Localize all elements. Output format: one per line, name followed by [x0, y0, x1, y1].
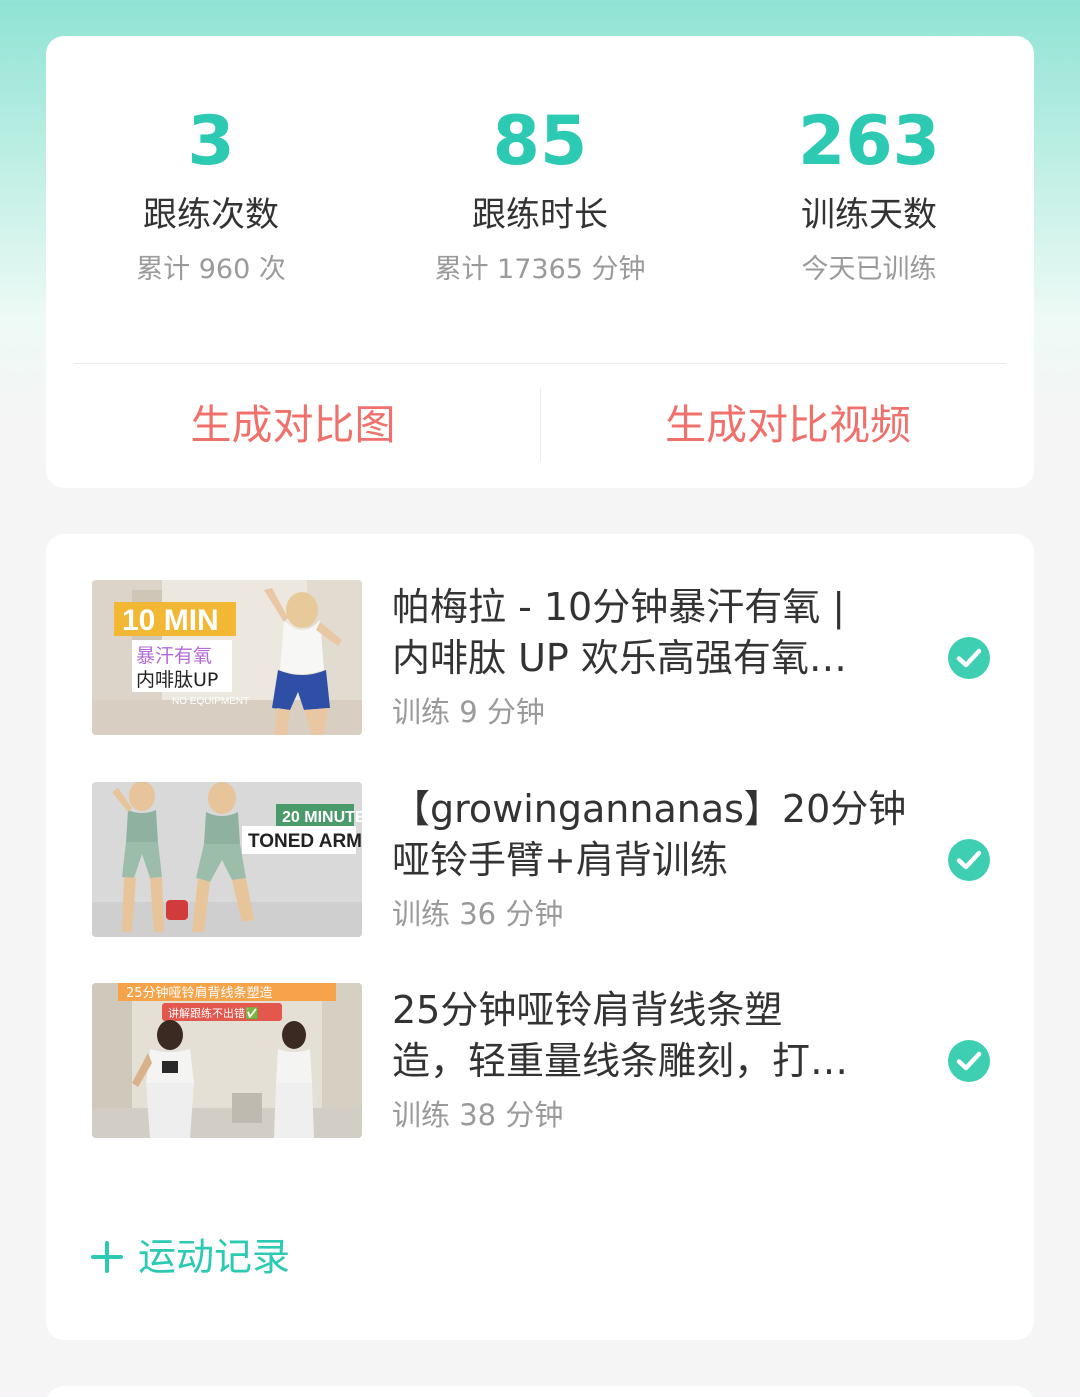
- video-title-line: 25分钟哑铃肩背线条塑: [392, 988, 783, 1032]
- video-title-line: 哑铃手臂+肩背训练: [392, 838, 728, 882]
- add-record-button[interactable]: 运动记录: [90, 1232, 290, 1282]
- stats-card: 3 跟练次数 累计 960 次 85 跟练时长 累计 17365 分钟 263 …: [46, 36, 1034, 488]
- workout-list: 10 MIN 暴汗有氧 内啡肽UP NO EQUIPMENT 帕梅拉 - 10分…: [46, 534, 1034, 1192]
- stat-sub: 今天已训练: [801, 254, 937, 285]
- thumb-badge: 10 MIN: [122, 604, 219, 637]
- stat-sessions[interactable]: 3 跟练次数 累计 960 次: [46, 36, 376, 290]
- stat-sub: 累计 17365 分钟: [434, 254, 646, 285]
- stat-label: 训练天数: [801, 195, 937, 235]
- video-thumbnail[interactable]: 25分钟哑铃肩背线条塑造 讲解跟练不出错✅: [92, 983, 362, 1138]
- video-title-line: 【growingannanas】20分钟: [392, 787, 907, 831]
- thumb-text: 讲解跟练不出错✅: [168, 1006, 259, 1020]
- training-duration: 训练 36 分钟: [392, 897, 564, 931]
- video-title[interactable]: 【growingannanas】20分钟 哑铃手臂+肩背训练: [392, 784, 912, 886]
- video-title-line: 造，轻重量线条雕刻，打…: [392, 1039, 849, 1083]
- check-circle-icon: [948, 839, 990, 881]
- thumb-badge: 20 MINUTE: [282, 809, 362, 826]
- thumb-tag: NO EQUIPMENT: [172, 696, 249, 707]
- plus-icon: [91, 1241, 123, 1273]
- generate-compare-image-button[interactable]: 生成对比图: [46, 388, 540, 462]
- training-duration: 训练 38 分钟: [392, 1098, 564, 1132]
- video-title[interactable]: 25分钟哑铃肩背线条塑 造，轻重量线条雕刻，打…: [392, 985, 912, 1087]
- training-duration: 训练 9 分钟: [392, 695, 545, 729]
- stat-value: 3: [187, 102, 235, 181]
- list-item[interactable]: 25分钟哑铃肩背线条塑造 讲解跟练不出错✅ 25分钟哑铃肩背线条塑 造，轻重量线…: [92, 983, 992, 1141]
- video-title[interactable]: 帕梅拉 - 10分钟暴汗有氧 | 内啡肽 UP 欢乐高强有氧…: [392, 582, 912, 684]
- stat-sub: 累计 960 次: [136, 254, 286, 285]
- add-record-label: 运动记录: [138, 1235, 291, 1279]
- next-card: [46, 1386, 1034, 1397]
- stat-days[interactable]: 263 训练天数 今天已训练: [704, 36, 1034, 290]
- thumb-badge: 25分钟哑铃肩背线条塑造: [126, 985, 273, 1001]
- list-item[interactable]: 20 MINUTE TONED ARMS 【growingannanas】20分…: [92, 782, 992, 940]
- stat-label: 跟练时长: [472, 195, 608, 235]
- check-circle-icon: [948, 1040, 990, 1082]
- stat-duration[interactable]: 85 跟练时长 累计 17365 分钟: [375, 36, 705, 290]
- thumb-text: TONED ARMS: [248, 831, 362, 852]
- thumb-text: 内啡肽UP: [136, 669, 218, 691]
- thumb-text: 暴汗有氧: [136, 645, 212, 667]
- video-title-line: 帕梅拉 - 10分钟暴汗有氧 |: [392, 585, 846, 629]
- stat-value: 263: [798, 102, 940, 181]
- list-item[interactable]: 10 MIN 暴汗有氧 内啡肽UP NO EQUIPMENT 帕梅拉 - 10分…: [92, 580, 992, 738]
- stat-label: 跟练次数: [143, 195, 279, 235]
- footer-card: 运动记录: [46, 1186, 1034, 1340]
- video-thumbnail[interactable]: 20 MINUTE TONED ARMS: [92, 782, 362, 937]
- stat-value: 85: [492, 102, 588, 181]
- generate-compare-video-button[interactable]: 生成对比视频: [541, 388, 1035, 462]
- divider: [74, 363, 1006, 364]
- video-thumbnail[interactable]: 10 MIN 暴汗有氧 内啡肽UP NO EQUIPMENT: [92, 580, 362, 735]
- video-title-line: 内啡肽 UP 欢乐高强有氧…: [392, 636, 847, 680]
- check-circle-icon: [948, 637, 990, 679]
